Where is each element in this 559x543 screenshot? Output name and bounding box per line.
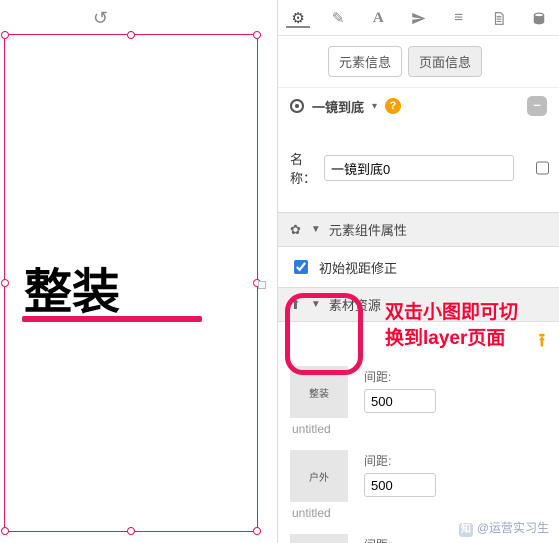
subtab-element-info[interactable]: 元素信息 [328,46,402,77]
inspector-icon-tabs: ⚙ ✎ A ≡ [278,0,559,36]
upload-small-icon: ⬆ [290,297,301,313]
resize-handle[interactable] [1,31,9,39]
paper-plane-icon [411,9,426,26]
chevron-down-icon: ▼ [311,299,321,310]
name-input[interactable] [324,155,514,181]
chevron-down-icon: ▼ [311,224,321,235]
interval-label: 间距: [364,536,436,543]
section-header: 一镜到底 ▾ ? – [278,88,559,124]
help-icon[interactable]: ? [385,98,401,114]
resize-handle[interactable] [253,527,261,535]
inspector-panel: ⚙ ✎ A ≡ 元素信息 页面信息 一镜到底 ▾ ? – 名称： 初始隐藏 ✿ … [277,0,559,543]
gear-icon: ⚙ [291,10,304,27]
asset-thumbnail[interactable]: 沙发 [290,534,348,543]
text-icon: A [373,10,384,26]
tab-page[interactable] [479,9,519,26]
viewdistance-label: 初始视距修正 [319,258,397,277]
tab-settings[interactable]: ⚙ [278,9,318,27]
initial-hidden-checkbox[interactable] [536,161,549,175]
tab-send[interactable] [398,9,438,26]
asset-thumbnail[interactable]: 户外 [290,450,348,502]
watermark-text: @运营实习生 [477,521,549,535]
asset-item: 户外间距: [290,444,547,504]
resize-handle[interactable] [127,527,135,535]
collapse-button[interactable]: – [527,96,547,116]
accordion-component-props[interactable]: ✿ ▼ 元素组件属性 [278,212,559,247]
gear-icon: ✿ [290,222,301,238]
canvas-underline [22,316,202,322]
viewdistance-checkbox[interactable] [294,260,308,274]
canvas-text[interactable]: 整装 [24,252,120,322]
resize-handle[interactable] [253,31,261,39]
asset-list: 整装间距:untitled户外间距:untitled沙发间距:untitled [278,360,559,543]
resize-handle[interactable] [1,279,9,287]
resize-handle[interactable] [127,31,135,39]
callout-line: 双击小图即可切 [385,300,518,326]
interval-label: 间距: [364,368,436,385]
asset-item: 整装间距: [290,360,547,420]
asset-thumbnail[interactable]: 整装 [290,366,348,418]
watermark: 知 @运营实习生 [459,519,549,537]
pencil-icon: ✎ [332,10,345,27]
canvas-area[interactable]: ↺ 整装 [0,0,277,543]
tab-text[interactable]: A [358,9,398,27]
chevron-down-icon[interactable]: ▾ [372,101,377,112]
name-label: 名称： [290,149,316,187]
page-icon [492,9,506,26]
midpoint-handle[interactable] [258,281,266,289]
zhihu-logo-icon: 知 [459,523,473,537]
accordion-label: 素材资源 [329,295,381,314]
upload-icon[interactable]: ⭱ [539,328,545,358]
undo-icon[interactable]: ↺ [93,8,108,29]
callout-line: 换到layer页面 [385,326,518,352]
name-field-row: 名称： 初始隐藏 [278,124,559,212]
database-icon [532,9,546,26]
interval-label: 间距: [364,452,436,469]
interval-input[interactable] [364,389,436,413]
tab-data[interactable] [519,9,559,26]
info-subtabs: 元素信息 页面信息 [278,36,559,88]
target-icon [290,99,304,113]
asset-caption: untitled [290,420,547,444]
resize-handle[interactable] [1,527,9,535]
annotation-callout: 双击小图即可切 换到layer页面 [385,300,518,351]
tab-edit[interactable]: ✎ [318,9,358,27]
list-icon: ≡ [454,9,463,26]
accordion-label: 元素组件属性 [329,220,407,239]
section-title: 一镜到底 [312,97,364,116]
interval-input[interactable] [364,473,436,497]
subtab-page-info[interactable]: 页面信息 [408,46,482,77]
tab-list[interactable]: ≡ [439,9,479,26]
viewdistance-row: 初始视距修正 [278,247,559,287]
